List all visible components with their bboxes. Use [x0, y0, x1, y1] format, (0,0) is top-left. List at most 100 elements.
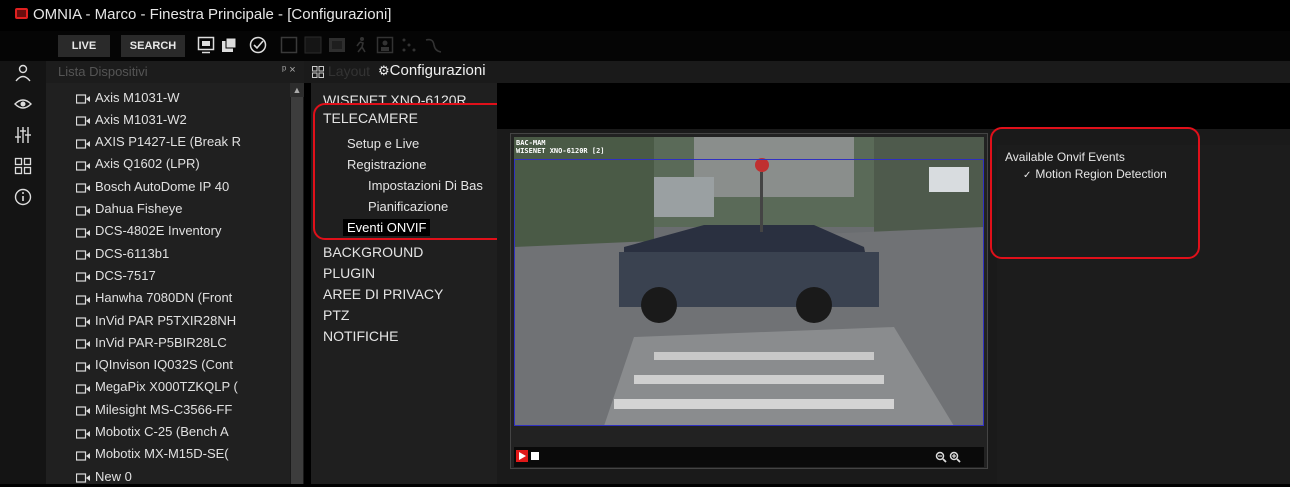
device-name: Axis Q1602 (LPR) — [95, 156, 200, 172]
device-panel-title: Lista Dispositivi — [58, 64, 148, 79]
settings-gear-icon: ⚙ — [378, 63, 390, 78]
device-list-item[interactable]: IQInvison IQ032S (Cont — [76, 354, 290, 376]
user-icon[interactable] — [14, 64, 32, 82]
stop-icon[interactable] — [531, 452, 539, 460]
device-name: InVid PAR P5TXIR28NH — [95, 312, 237, 328]
pin-close-buttons[interactable]: ᵖ × — [282, 64, 296, 76]
device-list-item[interactable]: InVid PAR-P5BIR28LC — [76, 331, 290, 353]
device-name: IQInvison IQ032S (Cont — [95, 357, 234, 373]
tree-ptz[interactable]: PTZ — [323, 307, 349, 323]
camera-icon — [76, 315, 90, 327]
scrollbar-thumb[interactable] — [291, 97, 303, 484]
camera-icon — [76, 404, 90, 416]
camera-icon — [76, 181, 90, 193]
play-icon[interactable] — [516, 450, 528, 462]
tree-plugin[interactable]: PLUGIN — [323, 265, 375, 281]
device-name: AXIS P1427-LE (Break R — [95, 134, 241, 150]
device-list-item[interactable]: InVid PAR P5TXIR28NH — [76, 309, 290, 331]
toolbar — [0, 31, 1290, 61]
device-name: DCS-4802E Inventory — [95, 223, 222, 239]
camera-icon — [76, 114, 90, 126]
live-button[interactable]: LIVE — [58, 35, 110, 57]
video-label-line2: WISENET XNO-6120R [2] — [516, 147, 605, 155]
camera-icon — [76, 159, 90, 171]
device-name: Dahua Fisheye — [95, 201, 183, 216]
sliders-icon[interactable] — [14, 126, 32, 144]
device-list-item[interactable]: DCS-7517 — [76, 264, 290, 286]
tree-aree-privacy[interactable]: AREE DI PRIVACY — [323, 286, 443, 302]
eye-icon[interactable] — [14, 95, 32, 113]
motion-region-box — [514, 159, 984, 426]
info-icon[interactable] — [14, 188, 32, 206]
grid-icon[interactable] — [14, 157, 32, 175]
user-walk-icon[interactable] — [352, 36, 370, 54]
device-name: MegaPix X000TZKQLP ( — [95, 379, 238, 395]
video-controls — [514, 447, 984, 467]
device-name: DCS-7517 — [95, 267, 156, 283]
black-square-icon[interactable] — [304, 36, 322, 54]
dots-icon[interactable] — [400, 36, 418, 54]
camera-icon — [76, 449, 90, 461]
device-name: New 0 — [95, 468, 132, 484]
tab-layout[interactable]: Layout — [328, 63, 370, 79]
camera-icon — [76, 382, 90, 394]
check-circle-icon[interactable] — [249, 36, 267, 54]
device-list-item[interactable]: AXIS P1427-LE (Break R — [76, 131, 290, 153]
tree-notifiche[interactable]: NOTIFICHE — [323, 328, 398, 344]
filmstrip-icon[interactable] — [328, 36, 346, 54]
device-list-item[interactable]: DCS-6113b1 — [76, 242, 290, 264]
camera-icon — [76, 248, 90, 260]
camera-icon — [76, 471, 90, 483]
zoom-out-icon[interactable] — [935, 450, 947, 463]
left-rail — [0, 61, 46, 484]
device-list-item[interactable]: Mobotix MX-M15D-SE( — [76, 443, 290, 465]
device-list-item[interactable]: Axis M1031-W — [76, 86, 290, 108]
device-list-item[interactable]: Bosch AutoDome IP 40 — [76, 175, 290, 197]
scroll-up-arrow[interactable]: ▲ — [290, 83, 304, 97]
camera-icon — [76, 270, 90, 282]
device-name: Milesight MS-C3566-FF — [95, 401, 233, 417]
device-name: Mobotix MX-M15D-SE( — [95, 446, 229, 462]
camera-icon — [76, 293, 90, 305]
monitor-icon[interactable] — [197, 36, 215, 54]
camera-icon — [76, 427, 90, 439]
device-name: Bosch AutoDome IP 40 — [95, 178, 230, 194]
search-button[interactable]: SEARCH — [121, 35, 185, 57]
camera-icon — [76, 204, 90, 216]
device-list-item[interactable]: Milesight MS-C3566-FF — [76, 398, 290, 420]
device-name: Axis M1031-W2 — [95, 111, 187, 127]
device-name: InVid PAR-P5BIR28LC — [95, 334, 227, 350]
person-frame-icon[interactable] — [376, 36, 394, 54]
tree-background[interactable]: BACKGROUND — [323, 244, 423, 260]
camera-icon — [76, 137, 90, 149]
main-top-band — [497, 83, 1290, 129]
tab-configurazioni-label: Configurazioni — [389, 62, 486, 79]
curve-icon[interactable] — [424, 36, 442, 54]
camera-icon — [76, 360, 90, 372]
app-logo-icon — [15, 8, 28, 19]
video-overlay-label: BAC-MAM WISENET XNO-6120R [2] — [516, 139, 605, 155]
device-list-item[interactable]: DCS-4802E Inventory — [76, 220, 290, 242]
camera-video[interactable]: BAC-MAM WISENET XNO-6120R [2] — [514, 137, 984, 426]
device-list-item[interactable]: Mobotix C-25 (Bench A — [76, 421, 290, 443]
zoom-in-icon[interactable] — [949, 450, 961, 463]
camera-icon — [76, 337, 90, 349]
device-list-item[interactable]: Dahua Fisheye — [76, 198, 290, 220]
window-title: OMNIA - Marco - Finestra Principale - [C… — [33, 6, 392, 23]
device-list-item[interactable]: Axis M1031-W2 — [76, 108, 290, 130]
tab-configurazioni[interactable]: ⚙Configurazioni — [378, 62, 486, 79]
device-name: DCS-6113b1 — [95, 245, 170, 261]
highlight-events — [990, 127, 1200, 259]
square-icon[interactable] — [280, 36, 298, 54]
device-name: Mobotix C-25 (Bench A — [95, 424, 229, 439]
device-name: Hanwha 7080DN (Front — [95, 290, 233, 306]
windows-icon[interactable] — [220, 36, 238, 54]
device-list-item[interactable]: Hanwha 7080DN (Front — [76, 287, 290, 309]
video-label-line1: BAC-MAM — [516, 139, 546, 147]
device-list-item[interactable]: MegaPix X000TZKQLP ( — [76, 376, 290, 398]
device-name: Axis M1031-W — [95, 89, 180, 105]
camera-icon — [76, 226, 90, 238]
highlight-telecamere — [313, 103, 511, 240]
device-list-item[interactable]: Axis Q1602 (LPR) — [76, 153, 290, 175]
layout-grid-icon[interactable] — [312, 65, 324, 78]
